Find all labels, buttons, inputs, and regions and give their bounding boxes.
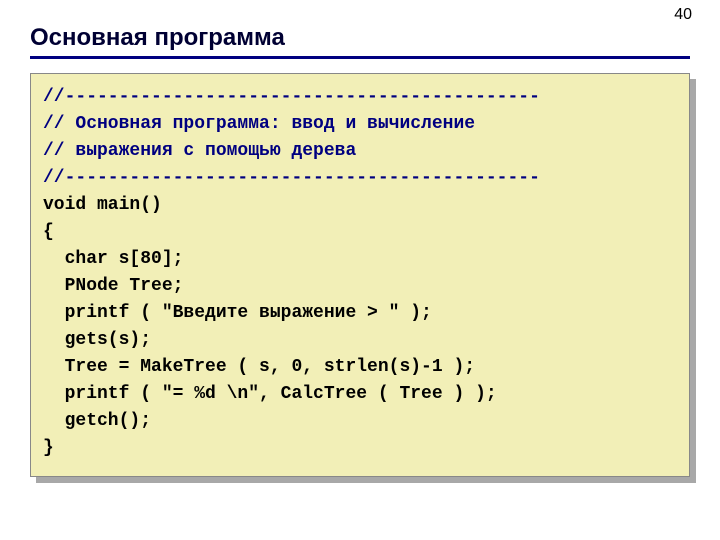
code-line: gets(s); — [43, 330, 151, 350]
code-line: void main() — [43, 195, 162, 215]
comment-line: //--------------------------------------… — [43, 168, 540, 188]
code-line: getch(); — [43, 411, 151, 431]
page-number: 40 — [674, 6, 692, 24]
code-block-wrap: //--------------------------------------… — [30, 73, 690, 477]
slide: 40 Основная программа //----------------… — [0, 0, 720, 540]
code-line: Tree = MakeTree ( s, 0, strlen(s)-1 ); — [43, 357, 475, 377]
slide-title: Основная программа — [30, 24, 690, 52]
code-line: printf ( "= %d \n", CalcTree ( Tree ) ); — [43, 384, 497, 404]
code-block: //--------------------------------------… — [30, 73, 690, 477]
code-line: printf ( "Введите выражение > " ); — [43, 303, 432, 323]
comment-line: //--------------------------------------… — [43, 87, 540, 107]
code-line: char s[80]; — [43, 249, 183, 269]
title-rule — [30, 56, 690, 59]
comment-line: // выражения с помощью дерева — [43, 141, 356, 161]
code-line: { — [43, 222, 54, 242]
code-line: } — [43, 438, 54, 458]
code-line: PNode Tree; — [43, 276, 183, 296]
comment-line: // Основная программа: ввод и вычисление — [43, 114, 475, 134]
